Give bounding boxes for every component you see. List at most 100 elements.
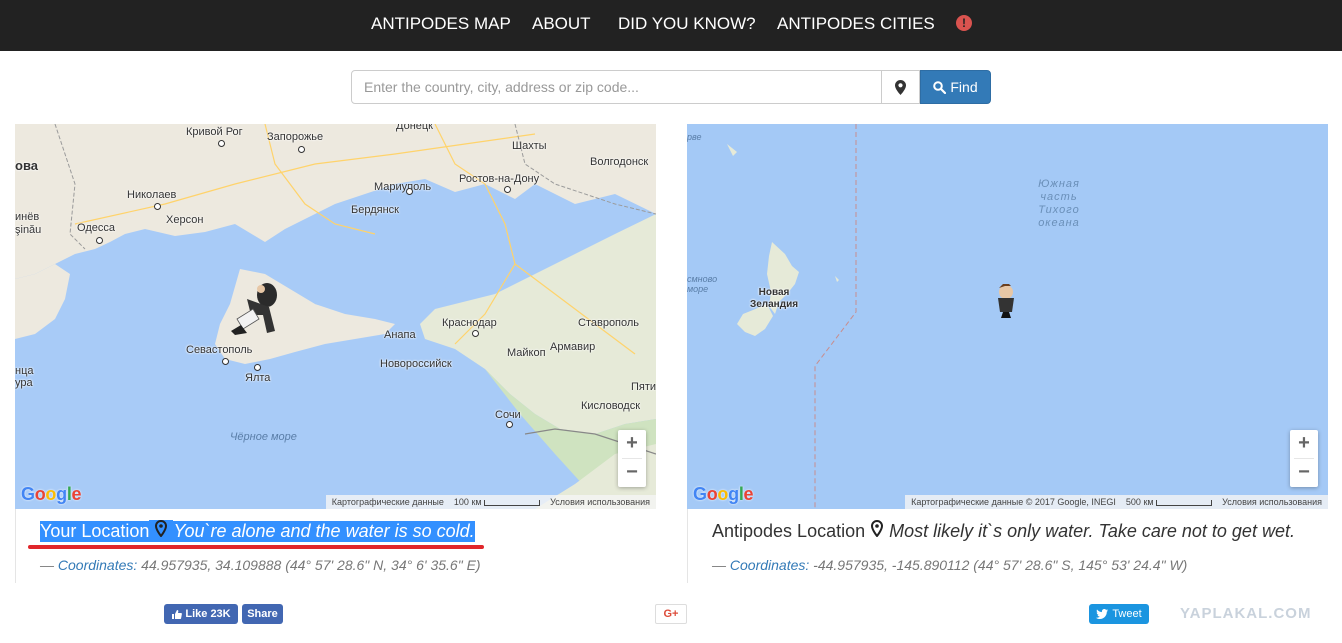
map-label: Ростов-на-Дону — [459, 173, 540, 185]
scale-label: 100 км — [454, 497, 541, 507]
coordinates-value: -44.957935, -145.890112 (44° 57' 28.6" S… — [813, 557, 1188, 573]
map-pin-icon — [149, 519, 174, 542]
map-data-attribution[interactable]: Картографические данные — [332, 497, 444, 507]
zoom-out-button[interactable]: − — [618, 459, 646, 487]
map-label: Севастополь — [186, 344, 253, 356]
coordinates-label: Coordinates: — [57, 557, 138, 573]
map-label: Анапа — [384, 329, 416, 341]
map-data-attribution[interactable]: Картографические данные © 2017 Google, I… — [911, 497, 1116, 507]
map-label: Ставрополь — [578, 317, 640, 329]
facebook-like-button[interactable]: Like 23K — [164, 604, 238, 624]
map-label: Новороссийск — [380, 358, 452, 370]
map-label: Шахты — [512, 140, 547, 152]
map-label: Кисловодск — [581, 400, 641, 412]
map-label: Ялта — [245, 372, 271, 384]
antipodes-location-coordinates: — Coordinates: -44.957935, -145.890112 (… — [712, 557, 1188, 573]
map-attribution-bar: Картографические данные 100 км Условия и… — [325, 495, 656, 509]
zoom-in-button[interactable]: + — [1290, 430, 1318, 458]
map-label: Армавир — [550, 341, 596, 353]
zoom-out-button[interactable]: − — [1290, 459, 1318, 487]
map-label: ова — [15, 158, 38, 173]
scale-bar — [1156, 499, 1213, 506]
your-location-title: Your Location — [40, 520, 150, 542]
find-label: Find — [950, 79, 978, 95]
map-label: Херсон — [166, 214, 204, 226]
twitter-bird-icon — [1096, 609, 1109, 619]
nav-antipodes-map[interactable]: ANTIPODES MAP — [371, 0, 511, 51]
scale-label: 500 км — [1126, 497, 1213, 507]
coordinates-label: Coordinates: — [729, 557, 810, 573]
country-label: Новая Зеландия — [749, 287, 799, 310]
map-label: Запорожье — [267, 131, 324, 143]
ocean-label: Южная часть Тихого океана — [1038, 178, 1080, 229]
search-input[interactable] — [351, 70, 882, 104]
antipodes-map[interactable]: рве Южная часть Тихого океана Новая Зела… — [687, 124, 1328, 509]
location-character-marker[interactable] — [227, 279, 289, 335]
zoom-control: + − — [1290, 430, 1318, 487]
map-label: Сочи — [495, 409, 521, 421]
map-pin-icon — [865, 519, 889, 542]
city-dot — [254, 364, 261, 371]
watermark: YAPLAKAL.COM — [1180, 605, 1312, 622]
map-label: ура — [15, 377, 33, 389]
city-dot — [406, 188, 413, 195]
city-dot — [472, 330, 479, 337]
map-label: Майкоп — [507, 347, 546, 359]
antipode-character-marker[interactable] — [993, 282, 1019, 318]
antipodes-location-panel: Antipodes Location Most likely it`s only… — [687, 509, 1328, 583]
map-label: Бердянск — [351, 204, 399, 216]
city-dot — [96, 237, 103, 244]
map-label: Кривой Рог — [186, 126, 243, 138]
your-location-line: Your Location You`re alone and the water… — [40, 519, 475, 542]
antipodes-location-title: Antipodes Location — [712, 520, 866, 541]
google-logo[interactable]: Google — [21, 484, 82, 505]
antipodes-location-line: Antipodes Location Most likely it`s only… — [712, 519, 1295, 542]
top-navbar: ANTIPODES MAP ABOUT DID YOU KNOW? ANTIPO… — [0, 0, 1342, 51]
terms-link[interactable]: Условия использования — [550, 497, 650, 507]
red-underline-annotation — [28, 545, 484, 549]
search-icon — [933, 80, 947, 94]
your-location-coordinates: — Coordinates: 44.957935, 34.109888 (44°… — [40, 557, 481, 573]
city-dot — [504, 186, 511, 193]
city-dot — [506, 421, 513, 428]
antipodes-location-message: Most likely it`s only water. Take care n… — [889, 520, 1295, 541]
map-attribution-bar: Картографические данные © 2017 Google, I… — [905, 495, 1328, 509]
map-label: Николаев — [127, 189, 177, 201]
map-label: Пяти — [631, 381, 656, 393]
zoom-in-button[interactable]: + — [618, 430, 646, 458]
locate-button[interactable] — [881, 70, 920, 104]
facebook-share-button[interactable]: Share — [242, 604, 283, 624]
map-label: смново море — [687, 274, 718, 294]
map-label: Волгодонск — [590, 156, 649, 168]
map-label: Краснодар — [442, 317, 497, 329]
nav-antipodes-cities[interactable]: ANTIPODES CITIES — [777, 0, 935, 51]
tweet-button[interactable]: Tweet — [1089, 604, 1149, 624]
map-terrain — [15, 124, 656, 509]
nav-about[interactable]: ABOUT — [532, 0, 591, 51]
google-logo[interactable]: Google — [693, 484, 754, 505]
coordinates-value: 44.957935, 34.109888 (44° 57' 28.6" N, 3… — [141, 557, 481, 573]
map-label: şinău — [15, 224, 42, 236]
thumbs-up-icon — [172, 609, 183, 619]
city-dot — [218, 140, 225, 147]
map-label: Одесса — [77, 222, 115, 234]
sea-label: Чёрное море — [230, 431, 297, 443]
zoom-control: + − — [618, 430, 646, 487]
map-label: инёв — [15, 211, 40, 223]
city-dot — [222, 358, 229, 365]
terms-link[interactable]: Условия использования — [1222, 497, 1322, 507]
map-label: нца — [15, 365, 34, 377]
google-plus-button[interactable]: G+ — [655, 604, 687, 624]
city-dot — [154, 203, 161, 210]
city-dot — [298, 146, 305, 153]
find-button[interactable]: Find — [920, 70, 991, 104]
alert-icon[interactable]: ! — [956, 15, 972, 31]
your-location-message: You`re alone and the water is so cold. — [173, 520, 475, 542]
map-label: Донецк — [396, 124, 433, 132]
map-label: Мариуполь — [374, 181, 432, 193]
your-location-map[interactable]: Кривой Рог Запорожье Донецк Шахты Волгод… — [15, 124, 656, 509]
map-label: рве — [687, 132, 702, 142]
nav-did-you-know[interactable]: DID YOU KNOW? — [618, 0, 756, 51]
map-marker-icon — [895, 79, 906, 95]
scale-bar — [484, 499, 541, 506]
